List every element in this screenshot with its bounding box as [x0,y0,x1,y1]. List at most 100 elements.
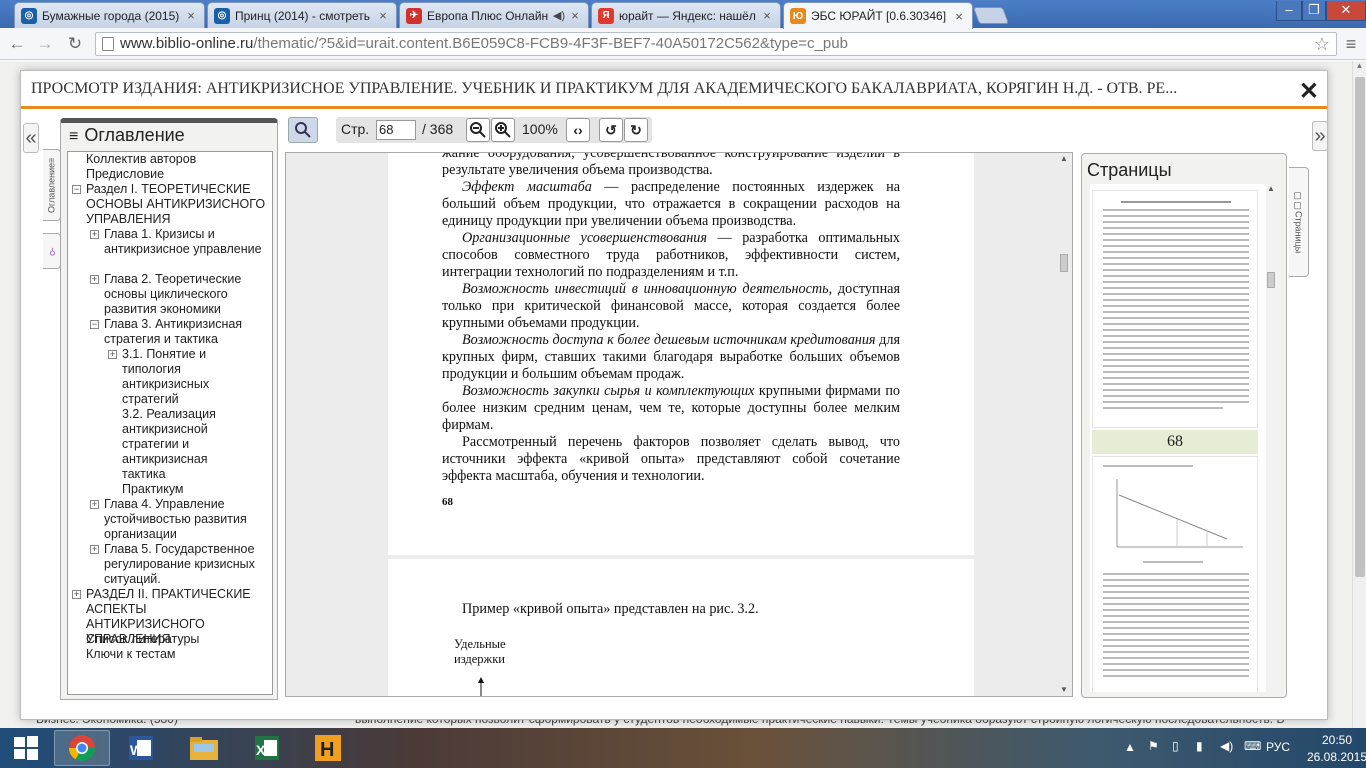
close-tab-icon[interactable]: × [376,8,390,23]
clock-date[interactable]: 26.08.2015 [1304,750,1366,764]
browser-tab-prince[interactable]: ◎ Принц (2014) - смотреть × [207,2,397,28]
page-controls: Стр. 68 / 368 100% ‹› ↺ ↻ [336,117,652,143]
search-button[interactable] [288,117,318,143]
collapse-left-icon[interactable]: « [23,123,39,153]
toc-item[interactable]: Коллектив авторов [86,152,268,167]
word-icon: W [129,736,153,760]
excel-icon: X [255,736,279,760]
tab-pages[interactable]: ▢▢ Страницы [1289,167,1309,277]
page-reader[interactable]: жание оборудования, усовершенствованное … [285,152,1073,697]
close-icon[interactable]: ✕ [1299,77,1319,106]
urait-icon: Ю [790,8,806,24]
taskbar-explorer[interactable] [176,730,232,766]
toc-toggle-icon[interactable]: + [90,275,99,284]
reader-scrollbar[interactable]: ▲ ▼ [1057,154,1071,694]
toc-toggle-icon[interactable]: − [72,185,81,194]
toc-item[interactable]: Практикум [122,482,238,497]
taskbar-chrome[interactable] [54,730,110,766]
toc-item[interactable]: Глава 5. Государственное регулирование к… [104,542,270,587]
chart-axis-label: Удельные издержки [454,637,506,666]
bookmark-star-icon[interactable]: ☆ [1314,33,1330,55]
toc-item[interactable]: Глава 3. Антикризисная стратегия и такти… [104,317,270,347]
toc-tree[interactable]: Коллектив авторов Предисловие − Раздел I. Т… [67,151,273,695]
toc-toggle-icon[interactable]: − [90,320,99,329]
toc-item[interactable]: Глава 2. Теоретические основы циклическо… [104,272,270,317]
zoom-out-button[interactable] [466,118,490,142]
page-scrollbar[interactable]: ▲ [1352,61,1366,728]
page-icon [102,37,114,51]
toc-toggle-icon[interactable]: + [90,500,99,509]
tab-toc[interactable]: Оглавление ≡ [43,149,61,221]
back-arrow-icon[interactable]: ← [6,33,28,55]
paragraph: Эффект масштаба — распределение постоянн… [442,179,900,230]
paragraph: Рассмотренный перечень факторов позволяе… [442,434,900,485]
toc-item[interactable]: 3.1. Понятие и типология антикризисных с… [122,347,238,407]
thumbnail-page-68[interactable] [1092,190,1258,428]
browser-tab-urait[interactable]: Ю ЭБС ЮРАЙТ [0.6.30346] × [783,2,973,29]
toc-item[interactable]: 3.2. Реализация антикризисной стратегии … [122,407,238,482]
close-tab-icon[interactable]: × [184,8,198,23]
thumbnail-page-69[interactable] [1092,456,1258,692]
page-scrollbar-thumb[interactable] [1355,77,1365,577]
keyboard-icon[interactable]: ⌨ [1244,739,1261,753]
fit-width-button[interactable]: ‹› [566,118,590,142]
flag-icon[interactable]: ⚑ [1148,739,1159,753]
browser-tab-yandex[interactable]: Я юрайт — Яндекс: нашёл × [591,2,781,28]
toc-item[interactable]: Список литературы [86,632,268,647]
taskbar-excel[interactable]: X [238,730,294,766]
thumbnail-list[interactable]: 68 ▲ [1090,184,1276,692]
address-bar[interactable]: www.biblio-online.ru/thematic/?5&id=urai… [95,32,1337,56]
thumbnail-scrollbar-thumb[interactable] [1267,272,1275,288]
language-indicator[interactable]: РУС [1266,740,1290,754]
clock-time[interactable]: 20:50 [1308,733,1366,747]
close-window-icon[interactable]: ✕ [1326,1,1366,21]
toc-toggle-icon[interactable]: + [72,590,81,599]
collapse-right-icon[interactable]: » [1312,121,1328,151]
browser-tab-europa-plus[interactable]: ✈ Европа Плюс Онлайн ◀) × [399,2,589,28]
taskbar-h-app[interactable]: H [300,730,356,766]
paragraph: жание оборудования, усовершенствованное … [442,152,900,179]
toc-item[interactable]: Раздел I. ТЕОРЕТИЧЕСКИЕ ОСНОВЫ АНТИКРИЗИ… [86,182,268,227]
modal-header: ПРОСМОТР ИЗДАНИЯ: АНТИКРИЗИСНОЕ УПРАВЛЕН… [21,71,1327,109]
browser-tab-paper-towns[interactable]: ◎ Бумажные города (2015) × [14,2,205,28]
signal-icon[interactable]: ▮ [1196,739,1203,753]
page-number-input[interactable]: 68 [376,120,416,140]
volume-icon[interactable]: ◀) [1220,739,1233,753]
axis-arrow-icon [478,677,484,696]
reader-scrollbar-thumb[interactable] [1060,254,1068,272]
new-tab-button[interactable] [972,7,1010,24]
tab-bookmarks[interactable]: ⚲ [43,233,61,269]
minimize-icon[interactable]: – [1276,1,1302,21]
rotate-left-button[interactable]: ↺ [599,118,623,142]
zoom-level: 100% [522,121,558,137]
svg-text:H: H [320,739,334,761]
battery-icon[interactable]: ▯ [1172,739,1179,753]
pages-heading: Страницы [1087,160,1172,180]
toc-toggle-icon[interactable]: + [108,350,117,359]
zoom-in-button[interactable] [491,118,515,142]
restore-icon[interactable]: ❐ [1302,1,1326,21]
show-hidden-icon[interactable]: ▲ [1124,740,1136,754]
rotate-right-button[interactable]: ↻ [624,118,648,142]
rotate-left-icon: ↺ [605,122,617,138]
viewer-toolbar: Стр. 68 / 368 100% ‹› ↺ ↻ [286,115,652,147]
reload-icon[interactable]: ↻ [64,33,86,55]
toc-item[interactable]: Глава 1. Кризисы и антикризисное управле… [104,227,270,257]
toc-item[interactable]: Глава 4. Управление устойчивостью развит… [104,497,270,542]
svg-text:W: W [130,742,144,758]
close-tab-icon[interactable]: × [568,8,582,23]
menu-icon[interactable]: ≡ [1340,33,1362,55]
film-site-icon: ◎ [214,7,230,24]
chrome-icon [68,735,96,762]
toc-toggle-icon[interactable]: + [90,545,99,554]
forward-arrow-icon[interactable]: → [34,33,56,55]
close-tab-icon[interactable]: × [952,9,966,24]
thumbnail-scrollbar[interactable]: ▲ [1266,184,1276,692]
taskbar-word[interactable]: W [112,730,168,766]
toc-item[interactable]: Ключи к тестам [86,647,268,662]
close-tab-icon[interactable]: × [760,8,774,23]
toc-toggle-icon[interactable]: + [90,230,99,239]
windows-start-button[interactable] [4,730,48,766]
toc-panel: ≡ Оглавление Коллектив авторов Предисловие… [60,118,278,700]
toc-item[interactable]: Предисловие [86,167,268,182]
